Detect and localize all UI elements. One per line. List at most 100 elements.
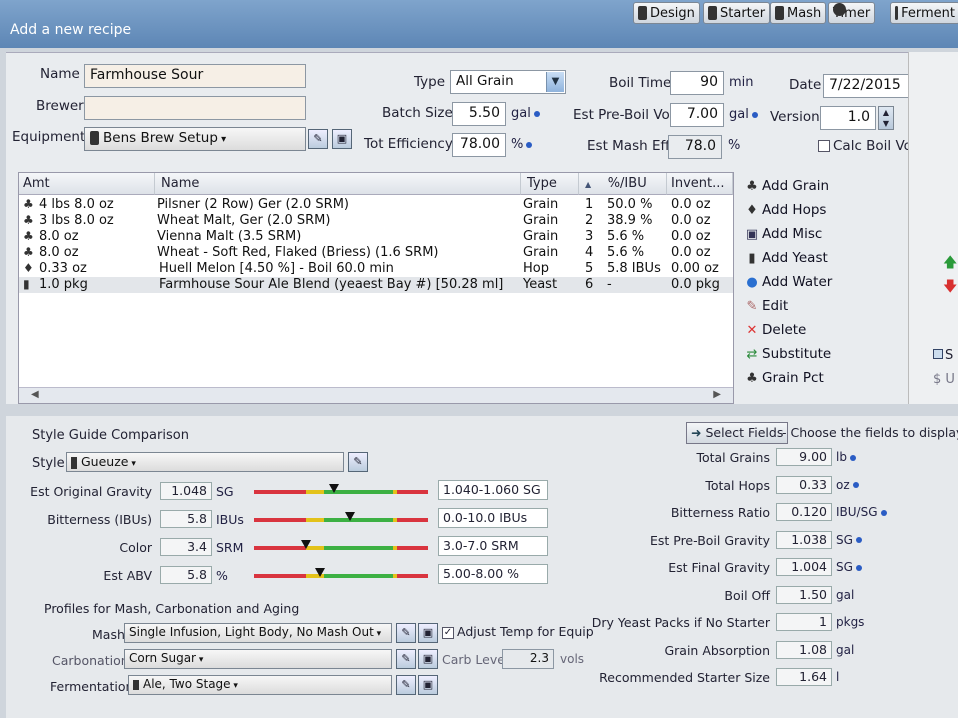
move-down-icon[interactable]: 🡇 bbox=[943, 276, 957, 300]
gauge-marker-icon bbox=[344, 512, 355, 521]
action-add-misc[interactable]: ▣ Add Misc bbox=[745, 226, 895, 250]
ingredient-amount: 3 lbs 8.0 oz bbox=[39, 213, 114, 228]
substitute-icon: ⇄ bbox=[746, 347, 758, 362]
stat-value: 1.038 bbox=[776, 530, 832, 549]
col-inventory[interactable]: Invent... bbox=[667, 173, 733, 195]
col-name[interactable]: Name bbox=[155, 173, 521, 195]
style-edit-button[interactable]: ✎ bbox=[348, 452, 368, 472]
stat-unit: l bbox=[836, 670, 840, 684]
design-button[interactable]: Design bbox=[633, 2, 700, 24]
style-gauge bbox=[254, 568, 428, 578]
action-add-yeast[interactable]: ▮ Add Yeast bbox=[745, 250, 895, 274]
ferment-icon bbox=[895, 6, 899, 20]
version-spinner[interactable]: ▲ ▼ bbox=[878, 106, 894, 130]
far-right-u[interactable]: $ U bbox=[933, 372, 955, 387]
carbonation-save-button[interactable]: ▣ bbox=[418, 649, 438, 669]
ingredient-name: Farmhouse Sour Ale Blend (yeaest Bay #) … bbox=[159, 277, 504, 292]
equipment-save-button[interactable]: ▣ bbox=[332, 129, 352, 149]
style-row-value: 5.8 bbox=[160, 510, 212, 528]
col-type[interactable]: Type bbox=[521, 173, 579, 195]
type-select[interactable]: All Grain ▼ bbox=[450, 70, 566, 94]
fermentation-select[interactable]: Ale, Two Stage ▾ bbox=[128, 675, 392, 695]
action-add-hops[interactable]: ♦ Add Hops bbox=[745, 202, 895, 226]
batch-size-field[interactable]: 5.50 bbox=[452, 102, 506, 126]
scroll-right-icon[interactable]: ▶ bbox=[713, 389, 721, 400]
grain-icon: ♣ bbox=[23, 197, 34, 211]
ingredient-row[interactable]: ▮ 1.0 pkg Farmhouse Sour Ale Blend (yeaest… bbox=[19, 277, 733, 293]
chevron-down-icon: ▾ bbox=[373, 629, 382, 639]
carb-level-value: 2.3 bbox=[502, 649, 554, 669]
carbonation-edit-button[interactable]: ✎ bbox=[396, 649, 416, 669]
tot-efficiency-field[interactable]: 78.00 bbox=[452, 133, 506, 157]
starter-icon bbox=[708, 6, 717, 20]
date-label: Date bbox=[789, 77, 822, 93]
calc-boil-vol-checkbox[interactable]: Calc Boil Vol bbox=[818, 138, 916, 154]
edit-icon: ✎ bbox=[746, 299, 758, 314]
ingredient-pct-ibu: 5.6 % bbox=[607, 245, 645, 260]
action-add-grain[interactable]: ♣ Add Grain bbox=[745, 178, 895, 202]
pre-boil-vol-field[interactable]: 7.00 bbox=[670, 103, 724, 127]
style-row-unit: IBUs bbox=[216, 512, 244, 527]
version-label: Version bbox=[770, 109, 820, 125]
fermentation-save-button[interactable]: ▣ bbox=[418, 675, 438, 695]
action-delete[interactable]: ✕ Delete bbox=[745, 322, 895, 346]
style-icon bbox=[71, 456, 77, 469]
fermentation-edit-button[interactable]: ✎ bbox=[396, 675, 416, 695]
style-gauge bbox=[254, 540, 428, 550]
boil-time-field[interactable]: 90 bbox=[670, 71, 724, 95]
starter-button[interactable]: Starter bbox=[703, 2, 771, 24]
boil-time-label: Boil Time bbox=[609, 75, 672, 91]
profiles-title: Profiles for Mash, Carbonation and Aging bbox=[44, 601, 300, 616]
ingredient-row[interactable]: ♦ 0.33 oz Huell Melon [4.50 %] - Boil 60.0… bbox=[19, 261, 733, 277]
style-row-label: Color bbox=[119, 540, 152, 555]
mash-icon bbox=[775, 6, 784, 20]
select-fields-button[interactable]: ➜ Select Fields bbox=[686, 422, 789, 444]
horizontal-scrollbar[interactable]: ◀ ▶ bbox=[19, 387, 733, 403]
ingredient-name: Wheat - Soft Red, Flaked (Briess) (1.6 S… bbox=[157, 245, 439, 260]
equipment-select[interactable]: Bens Brew Setup ▾ bbox=[84, 127, 306, 151]
carbonation-label: Carbonation bbox=[52, 653, 129, 668]
ingredient-pct-ibu: 5.8 IBUs bbox=[607, 261, 661, 276]
action-grain-pct[interactable]: ♣ Grain Pct bbox=[745, 370, 895, 394]
grain-icon: ♣ bbox=[23, 213, 34, 227]
brewer-label: Brewer bbox=[36, 98, 84, 114]
move-up-icon[interactable]: 🡅 bbox=[943, 252, 957, 276]
mash-profile-select[interactable]: Single Infusion, Light Body, No Mash Out… bbox=[124, 623, 392, 643]
stat-value: 1.50 bbox=[776, 585, 832, 604]
tot-efficiency-unit: % bbox=[511, 137, 533, 152]
brewer-field[interactable] bbox=[84, 96, 306, 120]
ingredient-row[interactable]: ♣ 3 lbs 8.0 oz Wheat Malt, Ger (2.0 SRM) Gr… bbox=[19, 213, 733, 229]
action-add-water[interactable]: ● Add Water bbox=[745, 274, 895, 298]
mash-button[interactable]: Mash bbox=[770, 2, 827, 24]
name-field[interactable]: Farmhouse Sour bbox=[84, 64, 306, 88]
style-row-unit: SRM bbox=[216, 540, 244, 555]
scroll-left-icon[interactable]: ◀ bbox=[31, 389, 39, 400]
action-substitute[interactable]: ⇄ Substitute bbox=[745, 346, 895, 370]
ingredient-row[interactable]: ♣ 4 lbs 8.0 oz Pilsner (2 Row) Ger (2.0 SR… bbox=[19, 197, 733, 213]
ingredient-row[interactable]: ♣ 8.0 oz Wheat - Soft Red, Flaked (Briess)… bbox=[19, 245, 733, 261]
grain-icon: ♣ bbox=[746, 179, 758, 194]
grain-icon: ♣ bbox=[23, 229, 34, 243]
ingredient-type: Yeast bbox=[523, 277, 558, 292]
stat-label: Bitterness Ratio bbox=[670, 505, 770, 520]
version-field[interactable]: 1.0 bbox=[820, 106, 876, 130]
mash-profile-label: Mash bbox=[92, 627, 125, 642]
mash-edit-button[interactable]: ✎ bbox=[396, 623, 416, 643]
ingredient-type: Grain bbox=[523, 229, 559, 244]
far-right-s[interactable]: S bbox=[933, 348, 953, 363]
pre-boil-vol-unit: gal bbox=[729, 107, 758, 122]
style-select[interactable]: Gueuze ▾ bbox=[66, 452, 344, 472]
col-pct-ibu[interactable]: ▲ %/IBU bbox=[579, 173, 667, 195]
mash-save-button[interactable]: ▣ bbox=[418, 623, 438, 643]
ferment-button[interactable]: Ferment bbox=[890, 2, 958, 24]
ingredient-row[interactable]: ♣ 8.0 oz Vienna Malt (3.5 SRM) Grain 3 5.6 % 0… bbox=[19, 229, 733, 245]
recipe-subtitle: Add a new recipe bbox=[10, 22, 132, 38]
ingredient-inventory: 0.00 oz bbox=[671, 261, 719, 276]
select-fields-hint: - Choose the fields to display bbox=[782, 425, 958, 440]
equipment-edit-button[interactable]: ✎ bbox=[308, 129, 328, 149]
carbonation-select[interactable]: Corn Sugar ▾ bbox=[124, 649, 392, 669]
timer-button[interactable]: Timer bbox=[828, 2, 876, 24]
ingredient-name: Wheat Malt, Ger (2.0 SRM) bbox=[157, 213, 331, 228]
action-edit[interactable]: ✎ Edit bbox=[745, 298, 895, 322]
col-amt[interactable]: Amt bbox=[19, 173, 155, 195]
